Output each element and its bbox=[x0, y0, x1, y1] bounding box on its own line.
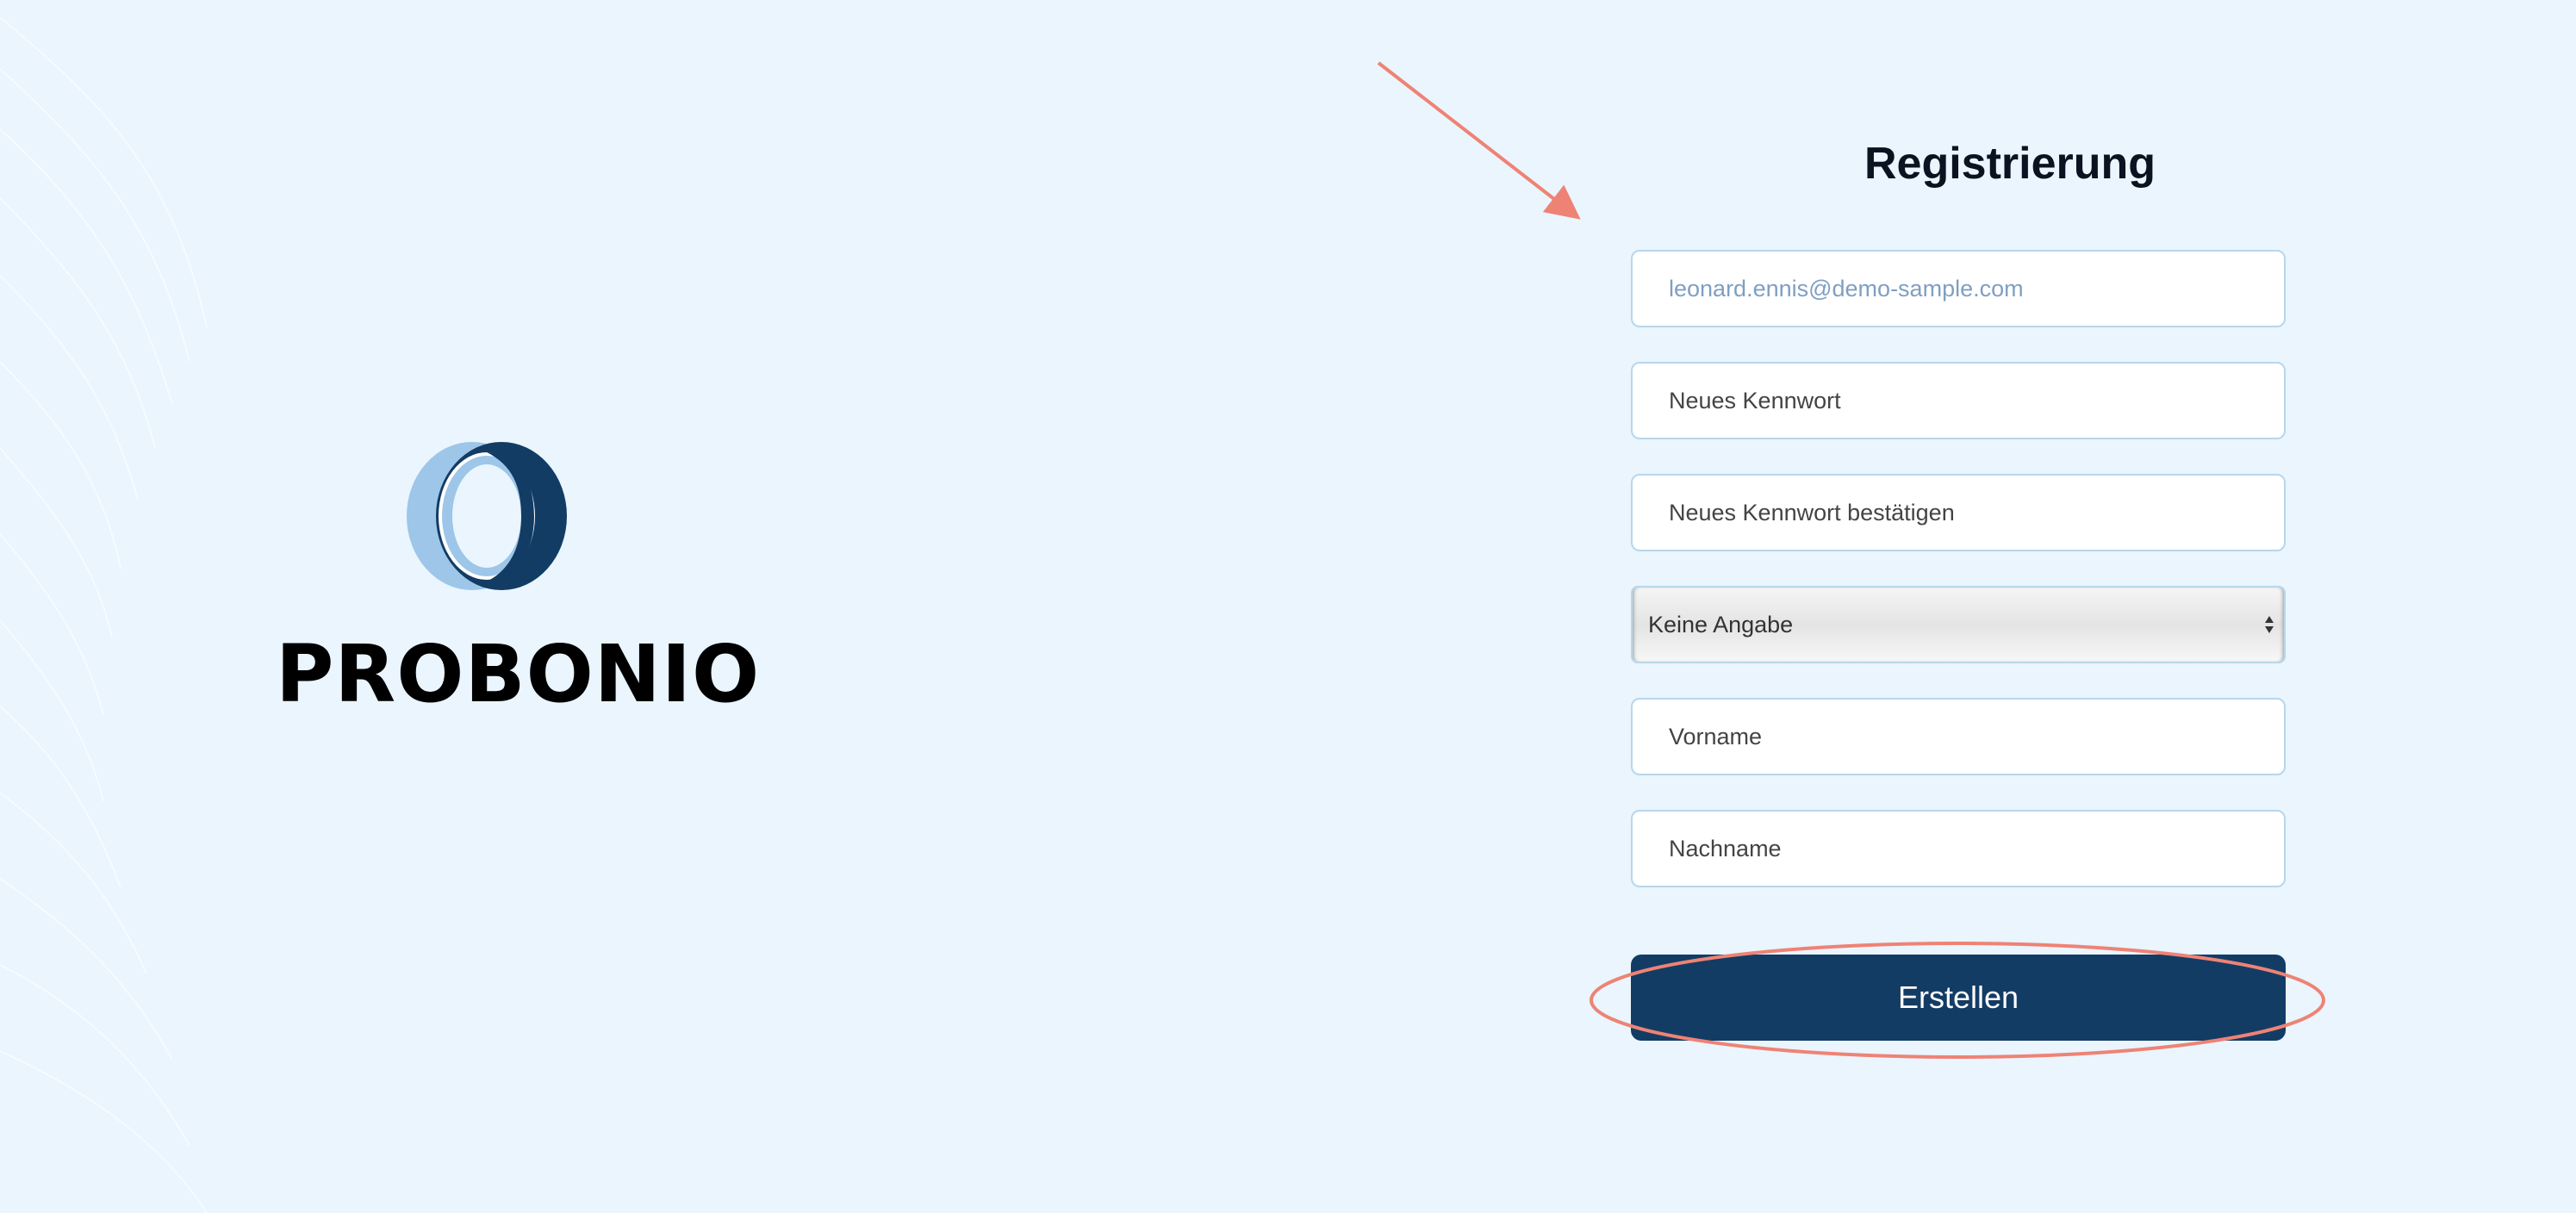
confirm-password-field[interactable] bbox=[1631, 474, 2286, 551]
form-title: Registrierung bbox=[1864, 139, 2156, 189]
firstname-field[interactable] bbox=[1631, 698, 2286, 775]
create-button[interactable]: Erstellen bbox=[1631, 955, 2286, 1041]
salutation-selected-value: Keine Angabe bbox=[1648, 612, 1794, 638]
salutation-select[interactable]: Keine Angabe bbox=[1631, 586, 2286, 663]
annotation-arrow bbox=[1377, 61, 1581, 220]
lastname-field[interactable] bbox=[1631, 810, 2286, 887]
brand-block: PROBONIO bbox=[276, 439, 761, 732]
new-password-field[interactable] bbox=[1631, 362, 2286, 439]
probonio-logo-icon bbox=[407, 442, 567, 590]
brand-name: PROBONIO bbox=[276, 628, 761, 720]
email-field[interactable] bbox=[1631, 250, 2286, 327]
select-arrows-icon bbox=[2265, 616, 2274, 633]
